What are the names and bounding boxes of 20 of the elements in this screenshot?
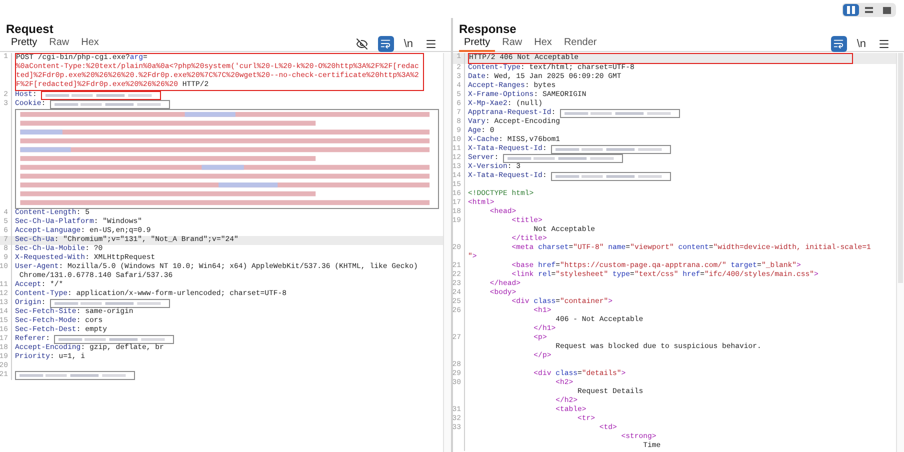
- panel-title: Request: [5, 21, 54, 36]
- view-tab[interactable]: Render: [558, 36, 602, 52]
- view-tab[interactable]: Pretty: [459, 36, 496, 52]
- layout-button[interactable]: [843, 4, 859, 16]
- wrap-text-button[interactable]: [378, 36, 394, 52]
- newline-toggle[interactable]: \n: [854, 36, 868, 52]
- view-tab[interactable]: Hex: [76, 36, 104, 52]
- view-tab[interactable]: Raw: [44, 36, 74, 52]
- single-pane-icon: [883, 6, 891, 14]
- columns-icon: [847, 6, 855, 14]
- view-tab[interactable]: Raw: [497, 36, 528, 52]
- panel-title: Response: [458, 21, 518, 36]
- scrollbar[interactable]: [896, 53, 904, 452]
- wrap-text-button[interactable]: [830, 36, 847, 52]
- scrollbar[interactable]: [443, 53, 451, 452]
- newline-toggle[interactable]: \n: [402, 36, 415, 52]
- rows-icon: [865, 6, 873, 14]
- view-tab[interactable]: Pretty: [6, 36, 42, 52]
- hide-icon[interactable]: [354, 36, 370, 52]
- view-tab[interactable]: Hex: [529, 36, 557, 52]
